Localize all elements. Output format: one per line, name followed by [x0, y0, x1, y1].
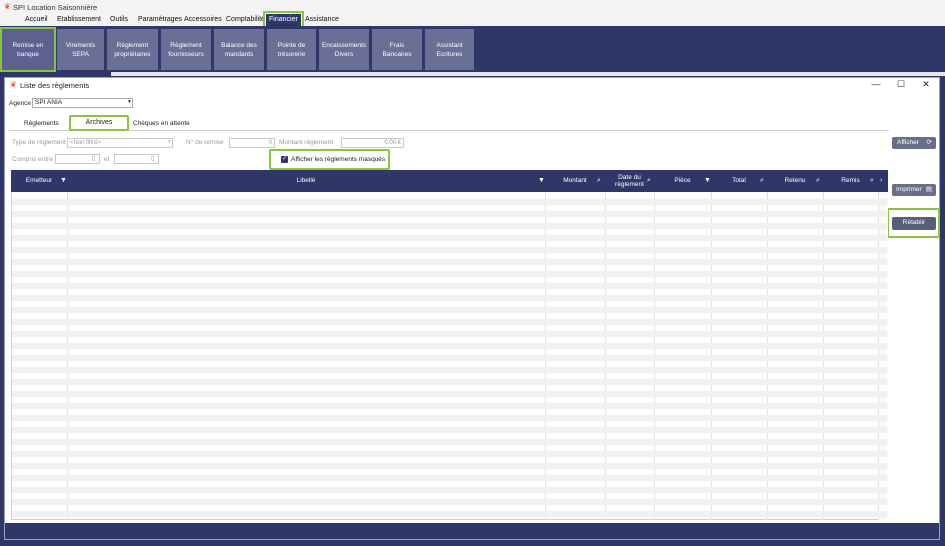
table-row	[12, 247, 887, 253]
menu-assistance[interactable]: Assistance	[305, 16, 339, 23]
table-row	[12, 379, 887, 385]
menu-financier[interactable]: Financier	[263, 11, 304, 29]
montant-input[interactable]: 0,00 €	[341, 138, 404, 148]
window-title-bar	[5, 78, 939, 92]
printer-icon: ▤	[925, 186, 932, 193]
maximize-icon[interactable]: ☐	[894, 79, 908, 90]
table-row	[12, 403, 887, 409]
column-retenu[interactable]: Retenu	[767, 170, 823, 192]
afficher-masques-checkbox[interactable]: ✓	[281, 156, 288, 163]
agence-select[interactable]: SPI ANIA	[32, 98, 133, 108]
tab-cheques-en-attente[interactable]: Chèques en attente	[133, 120, 190, 127]
app-title: SPI Location Saisonnière	[13, 3, 98, 12]
table-row	[12, 511, 887, 517]
table-row	[12, 367, 887, 373]
table-row	[12, 271, 887, 277]
imprimer-button[interactable]: Imprimer ▤	[892, 184, 936, 196]
table-row	[12, 211, 887, 217]
montant-label: Montant règlement	[279, 139, 334, 146]
search-icon[interactable]: ⌕	[760, 177, 764, 185]
filter-icon[interactable]: ▼	[60, 177, 67, 184]
column-total[interactable]: Total	[711, 170, 767, 192]
table-row	[12, 499, 887, 505]
assistant-ecritures-button[interactable]: Assistant Ecritures	[425, 29, 474, 70]
virements-sepa-button[interactable]: Virements SEPA	[57, 29, 104, 70]
compris-entre-label: Compris entre	[12, 156, 53, 163]
table-row	[12, 415, 887, 421]
calendar-icon[interactable]: ▯	[92, 154, 96, 162]
table-row	[12, 439, 887, 445]
table-row	[12, 331, 887, 337]
retablir-button[interactable]: Rétablir	[892, 217, 936, 230]
afficher-masques-label[interactable]: Afficher les règlements masqués	[291, 156, 385, 163]
chevron-down-icon: ▼	[127, 99, 132, 105]
workspace-strip	[111, 72, 945, 76]
tabs-divider	[9, 130, 889, 131]
type-reglement-label: Type de règlement	[12, 139, 66, 146]
close-icon[interactable]: ✕	[919, 79, 933, 90]
remise-input[interactable]: 0	[229, 138, 275, 148]
table-row	[12, 283, 887, 289]
table-row	[12, 307, 887, 313]
filter-icon[interactable]: ▼	[538, 177, 545, 184]
column-libelle[interactable]: Libellé	[67, 170, 545, 192]
window-title: Liste des règlements	[20, 81, 90, 90]
menu-accueil[interactable]: Accueil	[25, 16, 48, 23]
tab-archives[interactable]: Archives	[69, 115, 129, 131]
table-row	[12, 295, 887, 301]
table-row	[12, 391, 887, 397]
et-label: et	[104, 156, 110, 163]
menu-accessoires[interactable]: Accessoires	[184, 16, 222, 23]
column-emetteur[interactable]: Emetteur	[11, 170, 67, 192]
encaissements-divers-button[interactable]: Encaissements Divers	[319, 29, 369, 70]
balance-des-mandants-button[interactable]: Balance des mandants	[214, 29, 264, 70]
menu-outils[interactable]: Outils	[110, 16, 128, 23]
pointe-de-tresorerie-button[interactable]: Pointe de trésorerie	[267, 29, 316, 70]
remise-en-banque-button[interactable]: Remise en banque	[0, 27, 56, 72]
frais-bancaires-button[interactable]: Frais Bancaires	[372, 29, 422, 70]
window-status-bar	[5, 523, 939, 539]
table-row	[12, 235, 887, 241]
tab-reglements[interactable]: Règlements	[24, 120, 59, 127]
reglement-proprietaires-button[interactable]: Règlement propriétaires	[107, 29, 158, 70]
menu-etablissement[interactable]: Etablissement	[57, 16, 101, 23]
column-montant[interactable]: Montant	[545, 170, 605, 192]
table-row	[12, 475, 887, 481]
table-row	[12, 355, 887, 361]
search-icon[interactable]: ⌕	[870, 177, 874, 185]
column-piece[interactable]: Pièce	[654, 170, 711, 192]
table-row	[12, 487, 887, 493]
menu-comptabilite[interactable]: Comptabilité	[226, 16, 265, 23]
table-row	[12, 463, 887, 469]
chevron-right-icon[interactable]: ›	[880, 177, 882, 184]
chevron-down-icon: ▼	[167, 139, 172, 145]
agence-label: Agence	[9, 100, 32, 107]
table-row	[12, 427, 887, 433]
table-row	[12, 199, 887, 205]
table-row	[12, 319, 887, 325]
menu-parametrages[interactable]: Paramétrages	[138, 16, 182, 23]
table-row	[12, 451, 887, 457]
app-title-bar	[0, 0, 945, 14]
search-icon[interactable]: ⌕	[816, 177, 820, 185]
refresh-icon: ⟳	[926, 139, 932, 146]
search-icon[interactable]: ⌕	[597, 177, 601, 185]
table-row	[12, 259, 887, 265]
type-reglement-select[interactable]: <Non filtré>	[67, 138, 173, 148]
reglement-fournisseurs-button[interactable]: Règlement fournisseurs	[161, 29, 211, 70]
table-row	[12, 343, 887, 349]
remise-label: N° de remise	[186, 139, 224, 146]
afficher-button[interactable]: Afficher ⟳	[892, 137, 936, 149]
table-row	[12, 223, 887, 229]
window-logo-icon: ❦	[10, 80, 17, 89]
calendar-icon[interactable]: ▯	[151, 154, 155, 162]
search-icon[interactable]: ⌕	[647, 177, 651, 185]
app-logo-icon: ❦	[4, 2, 11, 11]
minimize-icon[interactable]: —	[869, 79, 883, 90]
filter-icon[interactable]: ▼	[704, 177, 711, 184]
